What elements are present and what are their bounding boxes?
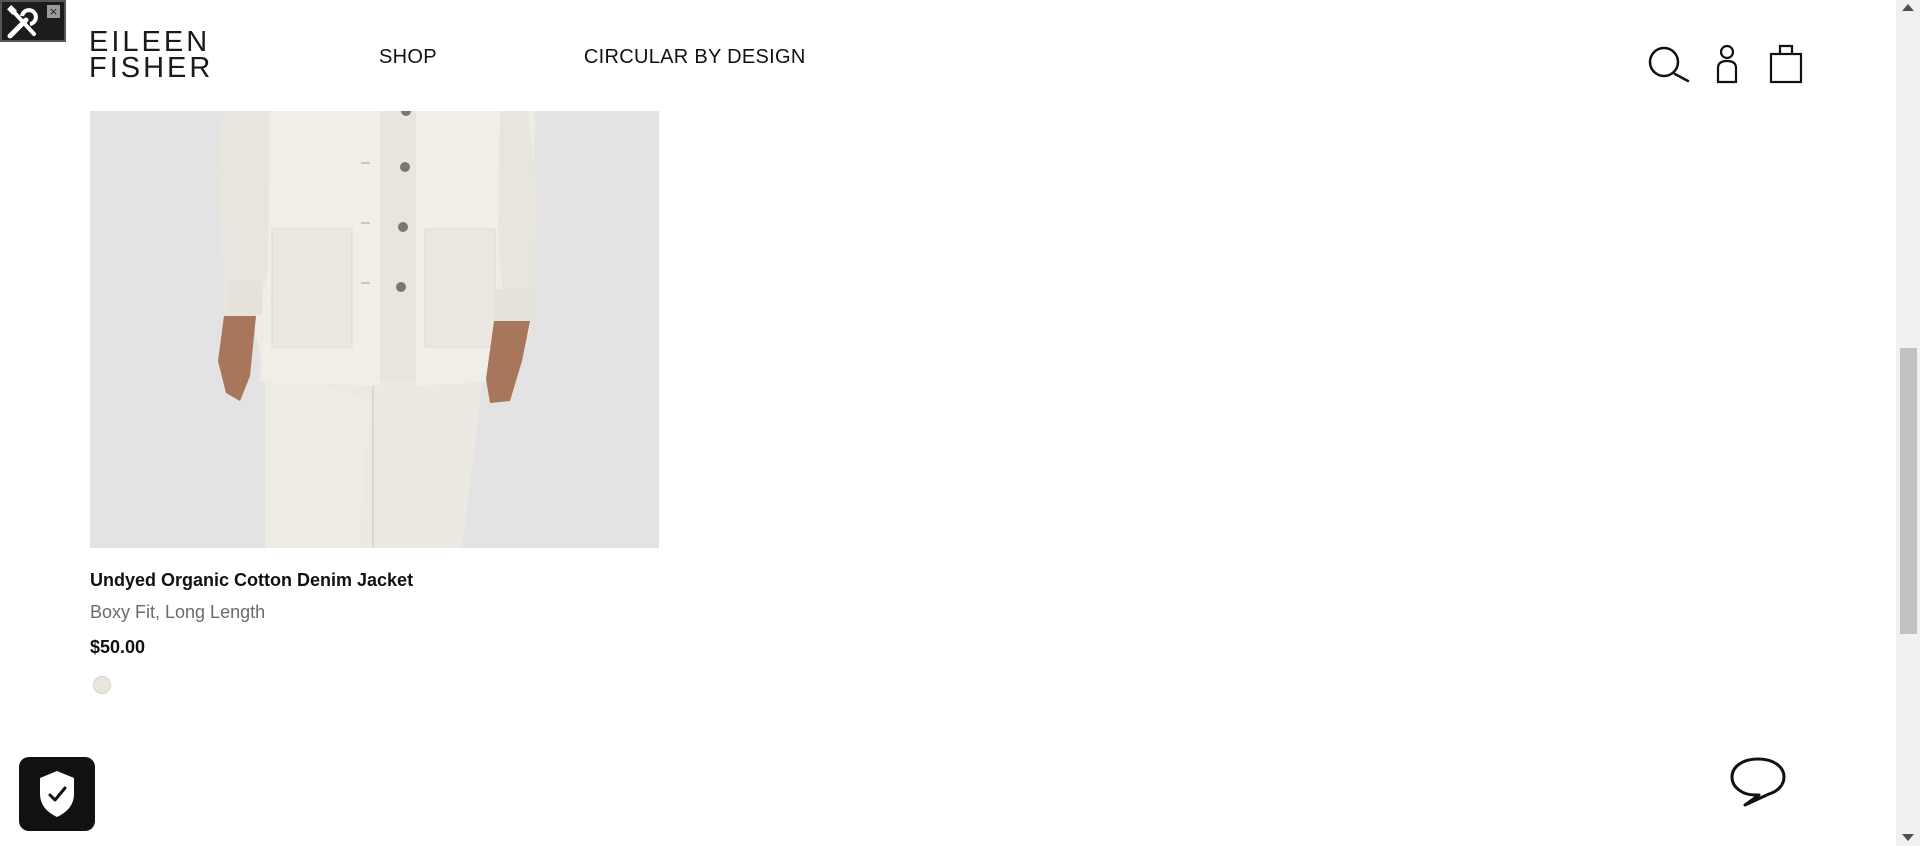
search-icon[interactable] [1648,46,1690,84]
account-icon[interactable] [1716,44,1738,84]
scroll-up-arrow[interactable] [1902,4,1914,11]
shield-check-icon [40,771,74,817]
color-swatch[interactable] [93,676,111,694]
chat-bubble-icon[interactable] [1729,755,1787,807]
devtools-widget[interactable]: × [0,0,66,42]
product-price: $50.00 [90,637,146,657]
shopping-bag-icon[interactable] [1769,44,1803,84]
product-name[interactable]: Undyed Organic Cotton Denim Jacket [90,570,413,591]
nav-shop[interactable]: SHOP [379,46,437,69]
page-scrollbar[interactable] [1896,0,1920,846]
product-subtitle: Boxy Fit, Long Length [90,602,266,622]
tools-icon[interactable] [4,4,44,42]
scrollbar-thumb[interactable] [1900,348,1917,634]
brand-logo-line2: FISHER [89,52,214,84]
brand-logo[interactable]: EILEEN FISHER [89,28,214,84]
security-badge[interactable] [19,757,95,831]
product-image[interactable] [90,111,659,548]
scroll-down-arrow[interactable] [1902,834,1914,841]
site-header: EILEEN FISHER SHOP CIRCULAR BY DESIGN [0,0,1896,111]
devtools-close-button[interactable]: × [47,5,60,18]
nav-circular-by-design[interactable]: CIRCULAR BY DESIGN [584,46,806,69]
main-nav: SHOP CIRCULAR BY DESIGN [379,46,806,69]
header-icons [1648,44,1803,84]
product-photo [90,111,659,548]
